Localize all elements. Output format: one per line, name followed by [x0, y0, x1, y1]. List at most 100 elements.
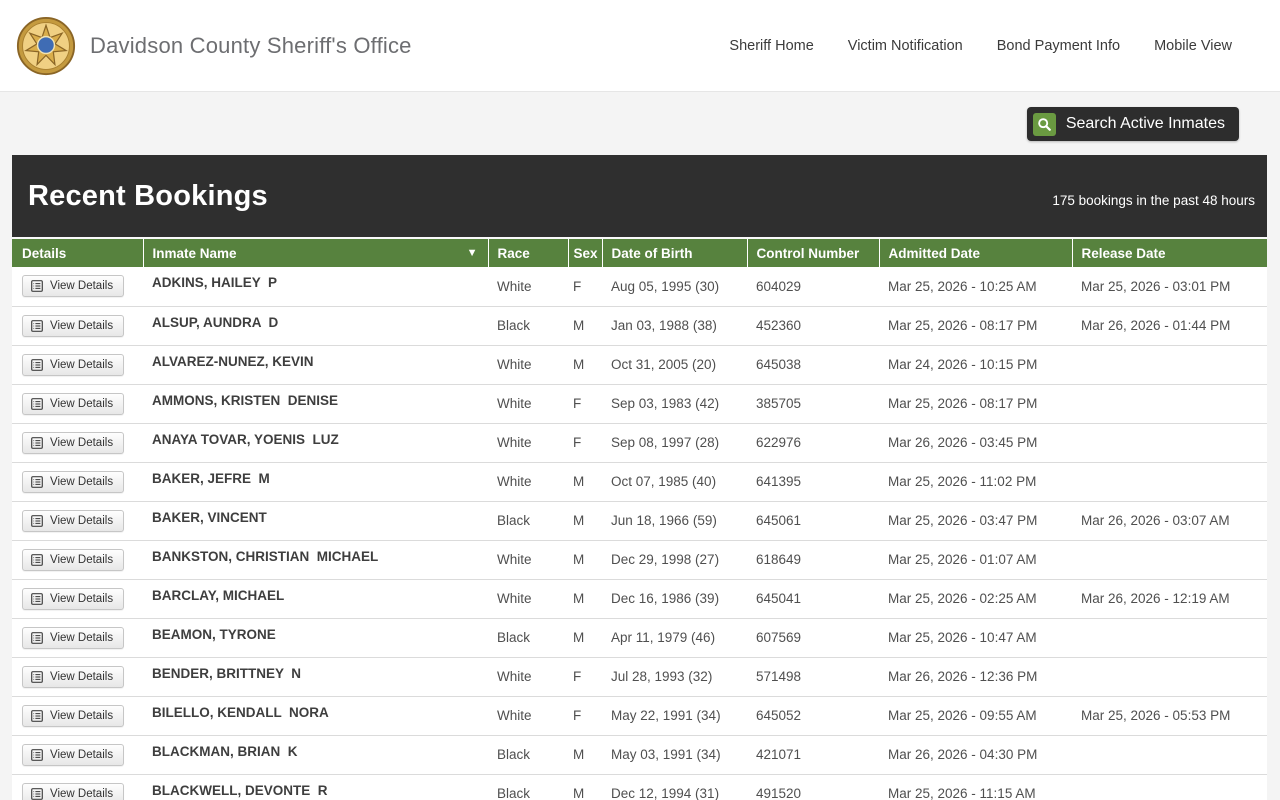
view-details-button[interactable]: View Details: [22, 665, 125, 688]
control-number-cell: 645052: [747, 696, 879, 736]
admitted-date-cell: Mar 25, 2026 - 08:17 PM: [879, 384, 1072, 424]
column-header-inmate-name[interactable]: Inmate Name ▼: [142, 237, 488, 267]
nav-bond-payment-info[interactable]: Bond Payment Info: [997, 38, 1120, 54]
control-number-cell: 641395: [747, 462, 879, 502]
column-header-details[interactable]: Details: [12, 237, 143, 267]
list-icon: [31, 670, 43, 683]
section-title: Recent Bookings: [28, 179, 268, 212]
nav-sheriff-home[interactable]: Sheriff Home: [729, 38, 813, 54]
admitted-date-cell: Mar 25, 2026 - 10:25 AM: [879, 267, 1072, 307]
release-date-cell: [1072, 657, 1267, 697]
view-details-label: View Details: [50, 748, 114, 761]
race-cell: Black: [488, 774, 568, 800]
column-header-sex[interactable]: Sex: [567, 237, 602, 267]
date-of-birth-cell: Jul 28, 1993 (32): [602, 657, 747, 697]
view-details-label: View Details: [50, 670, 114, 683]
table-row: View Details BARCLAY, MICHAEL White M De…: [12, 579, 1267, 619]
column-header-release-date[interactable]: Release Date: [1071, 237, 1267, 267]
date-of-birth-cell: Dec 29, 1998 (27): [602, 540, 747, 580]
view-details-button[interactable]: View Details: [22, 392, 125, 415]
control-number-cell: 452360: [747, 306, 879, 346]
control-number-cell: 491520: [747, 774, 879, 800]
nav-mobile-view[interactable]: Mobile View: [1154, 38, 1232, 54]
admitted-date-cell: Mar 25, 2026 - 09:55 AM: [879, 696, 1072, 736]
date-of-birth-cell: Sep 03, 1983 (42): [602, 384, 747, 424]
table-row: View Details ALVAREZ-NUNEZ, KEVIN White …: [12, 345, 1267, 385]
date-of-birth-cell: Sep 08, 1997 (28): [602, 423, 747, 463]
date-of-birth-cell: Oct 07, 1985 (40): [602, 462, 747, 502]
view-details-label: View Details: [50, 280, 114, 293]
view-details-button[interactable]: View Details: [22, 626, 125, 649]
view-details-button[interactable]: View Details: [22, 431, 125, 454]
nav-victim-notification[interactable]: Victim Notification: [848, 38, 963, 54]
view-details-button[interactable]: View Details: [22, 275, 125, 298]
column-header-admitted-date[interactable]: Admitted Date: [878, 237, 1072, 267]
list-icon: [31, 748, 43, 761]
sort-descending-icon[interactable]: ▼: [467, 247, 478, 259]
view-details-button[interactable]: View Details: [22, 353, 125, 376]
view-details-label: View Details: [50, 514, 114, 527]
list-icon: [31, 514, 43, 527]
table-header: Details Inmate Name ▼ Race Sex Date of B…: [12, 237, 1267, 267]
date-of-birth-cell: May 22, 1991 (34): [602, 696, 747, 736]
view-details-button[interactable]: View Details: [22, 314, 125, 337]
table-row: View Details BEAMON, TYRONE Black M Apr …: [12, 618, 1267, 658]
inmate-name-cell: ALSUP, AUNDRA D: [143, 306, 488, 346]
details-cell: View Details: [12, 462, 143, 502]
column-header-control-number[interactable]: Control Number: [746, 237, 879, 267]
view-details-button[interactable]: View Details: [22, 587, 125, 610]
date-of-birth-cell: Aug 05, 1995 (30): [602, 267, 747, 307]
view-details-label: View Details: [50, 319, 114, 332]
release-date-cell: [1072, 618, 1267, 658]
control-number-cell: 385705: [747, 384, 879, 424]
release-date-cell: [1072, 384, 1267, 424]
sex-cell: M: [568, 540, 602, 580]
view-details-label: View Details: [50, 787, 114, 800]
bookings-table: Details Inmate Name ▼ Race Sex Date of B…: [12, 237, 1267, 800]
view-details-label: View Details: [50, 475, 114, 488]
details-cell: View Details: [12, 306, 143, 346]
view-details-button[interactable]: View Details: [22, 548, 125, 571]
control-number-cell: 645041: [747, 579, 879, 619]
details-cell: View Details: [12, 657, 143, 697]
search-active-inmates-button[interactable]: Search Active Inmates: [1026, 107, 1239, 141]
inmate-name-cell: ALVAREZ-NUNEZ, KEVIN: [143, 345, 488, 385]
admitted-date-cell: Mar 25, 2026 - 10:47 AM: [879, 618, 1072, 658]
magnifier-icon: [1032, 112, 1056, 136]
view-details-button[interactable]: View Details: [22, 782, 125, 800]
list-icon: [31, 709, 43, 722]
race-cell: White: [488, 267, 568, 307]
control-number-cell: 645061: [747, 501, 879, 541]
date-of-birth-cell: Jan 03, 1988 (38): [602, 306, 747, 346]
sex-cell: M: [568, 774, 602, 800]
details-cell: View Details: [12, 618, 143, 658]
view-details-label: View Details: [50, 553, 114, 566]
release-date-cell: Mar 25, 2026 - 03:01 PM: [1072, 267, 1267, 307]
sex-cell: M: [568, 501, 602, 541]
date-of-birth-cell: Dec 16, 1986 (39): [602, 579, 747, 619]
list-icon: [31, 436, 43, 449]
inmate-name-cell: ANAYA TOVAR, YOENIS LUZ: [143, 423, 488, 463]
sex-cell: M: [568, 618, 602, 658]
list-icon: [31, 592, 43, 605]
admitted-date-cell: Mar 25, 2026 - 08:17 PM: [879, 306, 1072, 346]
recent-bookings-panel: Recent Bookings 175 bookings in the past…: [12, 155, 1267, 800]
column-header-race[interactable]: Race: [487, 237, 568, 267]
sex-cell: M: [568, 735, 602, 775]
view-details-button[interactable]: View Details: [22, 470, 125, 493]
view-details-label: View Details: [50, 709, 114, 722]
view-details-label: View Details: [50, 631, 114, 644]
view-details-label: View Details: [50, 436, 114, 449]
view-details-button[interactable]: View Details: [22, 509, 125, 532]
view-details-button[interactable]: View Details: [22, 704, 125, 727]
view-details-button[interactable]: View Details: [22, 743, 125, 766]
details-cell: View Details: [12, 501, 143, 541]
control-number-cell: 571498: [747, 657, 879, 697]
table-row: View Details BANKSTON, CHRISTIAN MICHAEL…: [12, 540, 1267, 580]
release-date-cell: Mar 26, 2026 - 12:19 AM: [1072, 579, 1267, 619]
page-title: Davidson County Sheriff's Office: [90, 32, 412, 58]
column-header-date-of-birth[interactable]: Date of Birth: [601, 237, 747, 267]
release-date-cell: [1072, 345, 1267, 385]
race-cell: White: [488, 579, 568, 619]
view-details-label: View Details: [50, 358, 114, 371]
